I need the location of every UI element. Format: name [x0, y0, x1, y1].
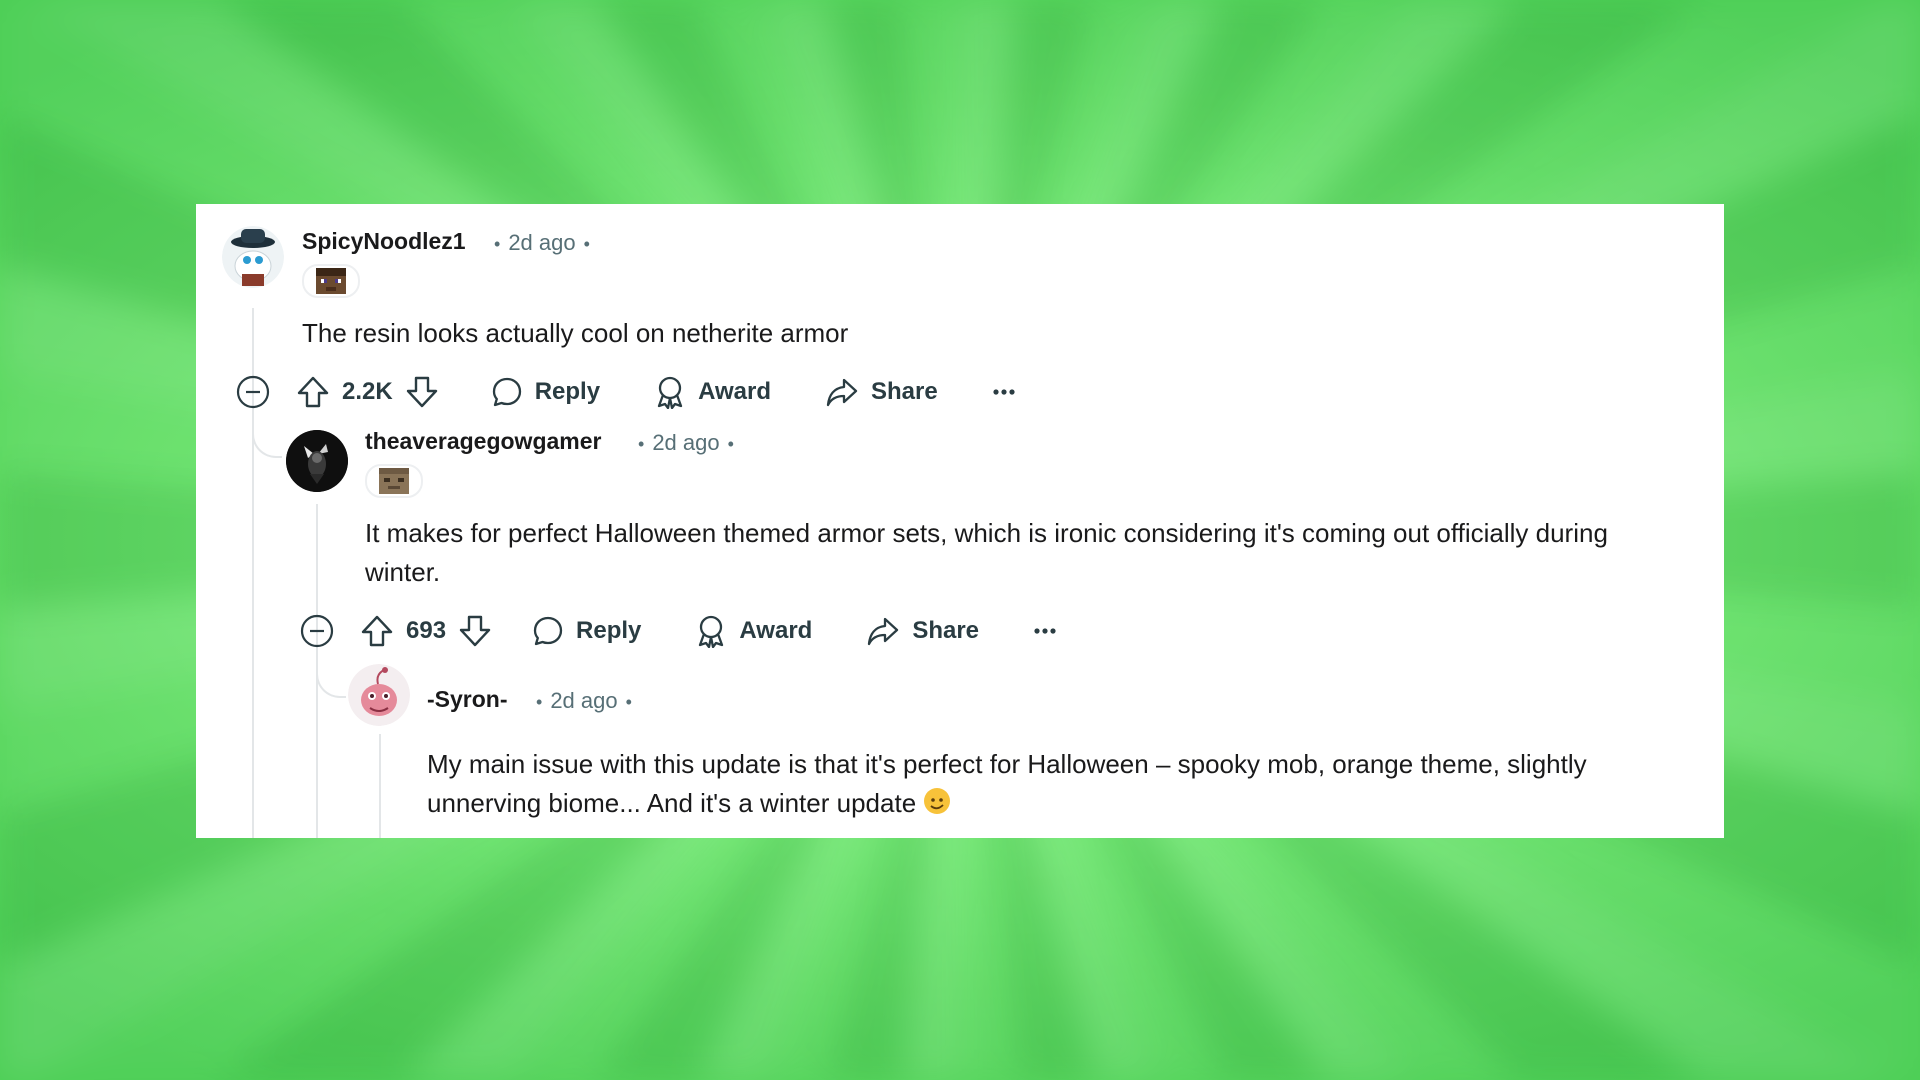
- avatar-snoo-icon: [222, 226, 284, 288]
- comment-author[interactable]: -Syron-: [427, 686, 508, 713]
- speech-bubble-icon: [492, 377, 521, 407]
- share-label: Share: [912, 617, 980, 644]
- comment-author[interactable]: theaveragegowgamer: [365, 428, 601, 455]
- vote-score: 693: [406, 617, 447, 644]
- comment-body: It makes for perfect Halloween themed ar…: [365, 518, 1608, 587]
- reply-button[interactable]: Reply: [491, 376, 600, 408]
- comment-action-bar: 693 Reply Award Share: [300, 611, 1057, 651]
- collapse-button[interactable]: [236, 375, 270, 409]
- comment-meta: • 2d ago •: [630, 430, 742, 456]
- award-label: Award: [698, 378, 771, 405]
- meta-dot: •: [638, 434, 645, 454]
- comment-body: The resin looks actually cool on netheri…: [302, 318, 849, 348]
- user-flair: [302, 264, 360, 298]
- meta-dot: •: [536, 692, 543, 712]
- thread-curve-level-1: [252, 428, 282, 458]
- vote-score: 2.2K: [342, 378, 393, 405]
- minus-circle-icon: [300, 614, 334, 648]
- reply-label: Reply: [534, 378, 601, 405]
- minus-circle-icon: [236, 375, 270, 409]
- flair-blocky-face-icon: [316, 268, 346, 294]
- more-options-button[interactable]: [1033, 626, 1057, 636]
- thread-line-level-3: [379, 734, 381, 838]
- award-label: Award: [739, 617, 813, 644]
- meta-dot: •: [583, 234, 590, 254]
- share-button[interactable]: Share: [866, 615, 979, 647]
- comment-timestamp[interactable]: 2d ago: [652, 430, 719, 455]
- award-ribbon-icon: [699, 615, 724, 648]
- award-ribbon-icon: [657, 376, 683, 409]
- award-button[interactable]: Award: [695, 614, 812, 648]
- avatar-dark-figure-icon: [286, 430, 348, 492]
- thread-curve-level-2: [316, 668, 346, 698]
- comment-timestamp[interactable]: 2d ago: [508, 230, 575, 255]
- share-button[interactable]: Share: [825, 376, 938, 408]
- more-options-button[interactable]: [992, 387, 1016, 397]
- downvote-button[interactable]: [405, 375, 439, 409]
- flair-blocky-face-icon: [379, 468, 409, 494]
- meta-dot: •: [494, 234, 501, 254]
- user-flair: [365, 464, 423, 498]
- comment-meta: • 2d ago •: [528, 688, 640, 714]
- ellipsis-icon: [993, 389, 1015, 395]
- comment-timestamp[interactable]: 2d ago: [550, 688, 617, 713]
- award-button[interactable]: Award: [654, 375, 771, 409]
- arrow-up-icon: [297, 376, 329, 408]
- arrow-up-icon: [361, 615, 393, 647]
- downvote-button[interactable]: [458, 614, 492, 648]
- share-label: Share: [870, 378, 938, 405]
- avatar[interactable]: [348, 664, 410, 726]
- comment-action-bar: 2.2K Reply Award Share: [236, 372, 1016, 412]
- arrow-down-icon: [459, 615, 491, 647]
- avatar[interactable]: [286, 430, 348, 492]
- comment-author[interactable]: SpicyNoodlez1: [302, 228, 466, 255]
- melting-face-emoji-icon: [924, 788, 951, 814]
- share-arrow-icon: [868, 617, 899, 646]
- speech-bubble-icon: [533, 616, 563, 646]
- reply-button[interactable]: Reply: [532, 615, 641, 647]
- arrow-down-icon: [406, 376, 437, 408]
- avatar[interactable]: [222, 226, 284, 288]
- ellipsis-icon: [1034, 628, 1056, 634]
- reply-label: Reply: [576, 617, 642, 644]
- share-arrow-icon: [826, 378, 858, 407]
- comment-body-text: My main issue with this update is that i…: [427, 749, 1587, 818]
- meta-dot: •: [727, 434, 734, 454]
- upvote-button[interactable]: [360, 614, 394, 648]
- comment-thread-card: SpicyNoodlez1 • 2d ago • The resin looks a…: [196, 204, 1724, 838]
- collapse-button[interactable]: [300, 614, 334, 648]
- meta-dot: •: [625, 692, 632, 712]
- comment-meta: • 2d ago •: [486, 230, 598, 256]
- avatar-pink-snoo-icon: [348, 664, 410, 726]
- upvote-button[interactable]: [296, 375, 330, 409]
- comment-body: My main issue with this update is that i…: [427, 745, 1687, 823]
